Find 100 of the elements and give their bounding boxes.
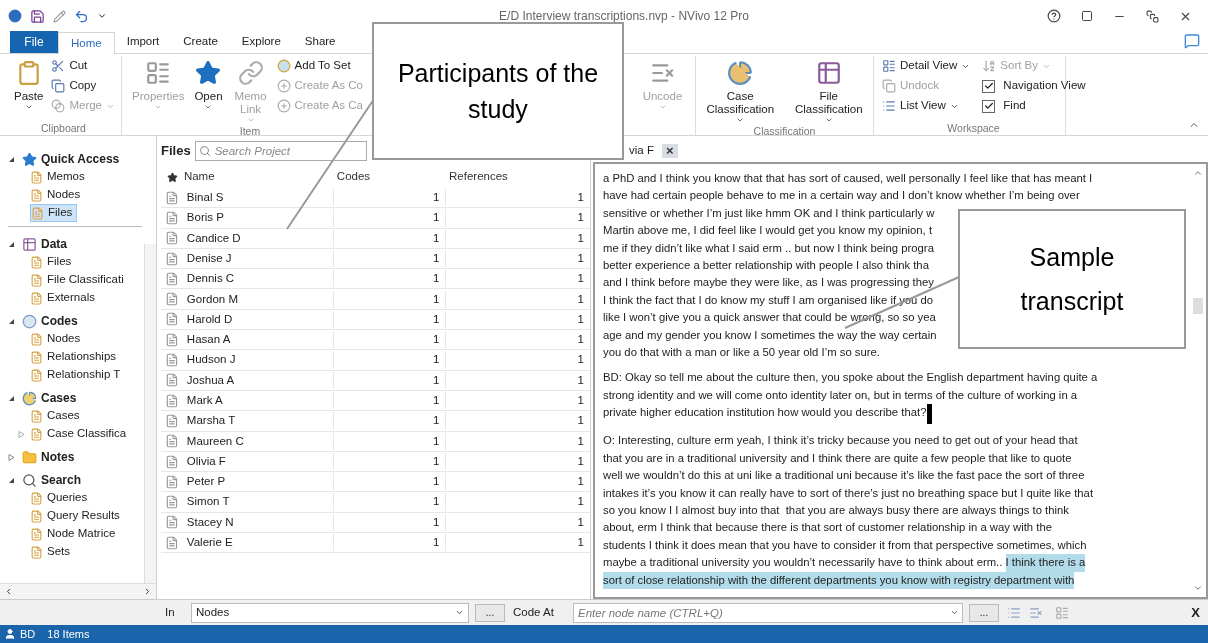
table-cell: 1 (333, 392, 446, 410)
nav-section[interactable]: Quick Access (41, 150, 120, 168)
table-cell[interactable]: Olivia F (182, 452, 334, 471)
ribbon-button[interactable]: Copy (51, 76, 116, 96)
nav-item[interactable]: Externals (30, 289, 99, 307)
ribbon-tab[interactable]: Create (171, 31, 230, 53)
node-name-field[interactable]: Enter node name (CTRL+Q) (573, 602, 963, 623)
table-cell[interactable]: Dennis C (182, 270, 334, 288)
code-at-label: Code At (513, 604, 555, 620)
nav-item[interactable]: Files (30, 204, 78, 222)
scrollbar[interactable] (144, 244, 156, 583)
pie-icon (22, 390, 37, 406)
link-icon (237, 60, 264, 86)
ribbon-tab[interactable]: Explore (229, 31, 293, 53)
nav-item[interactable]: Node Matrice (30, 525, 120, 543)
browse-button[interactable]: ... (969, 603, 999, 622)
table-cell[interactable]: Denise J (182, 249, 334, 268)
document-icon (165, 515, 179, 530)
column-header[interactable]: Codes (332, 168, 446, 186)
ribbon-button[interactable]: Paste (10, 56, 48, 121)
search-field[interactable]: Search Project (194, 141, 367, 161)
ribbon-display-icon[interactable] (1081, 10, 1093, 22)
column-header[interactable]: Name (183, 168, 333, 186)
nav-item[interactable]: Sets (30, 543, 74, 561)
expanded-arrow-icon[interactable] (8, 317, 15, 325)
table-cell[interactable]: Boris P (182, 209, 334, 227)
ribbon-button[interactable]: Case Classification (696, 56, 785, 124)
ribbon-button[interactable]: Add To Set (276, 56, 363, 76)
undo-icon[interactable] (74, 8, 89, 24)
nav-item[interactable]: Nodes (30, 330, 85, 348)
ribbon-tab[interactable]: Import (114, 31, 172, 53)
ribbon-tab[interactable]: Share (292, 31, 348, 53)
ribbon-button[interactable]: List View (882, 96, 971, 116)
close-button[interactable]: X (1191, 602, 1200, 623)
caret-icon[interactable] (97, 11, 107, 21)
scroll-right-icon[interactable] (143, 587, 152, 596)
nav-item[interactable]: Memos (30, 168, 89, 186)
table-cell[interactable]: Binal S (182, 189, 334, 207)
pencil-icon[interactable] (53, 9, 66, 23)
nav-section[interactable]: Search (41, 471, 82, 489)
scroll-thumb[interactable] (1193, 297, 1203, 314)
nodes-dropdown[interactable]: Nodes (191, 602, 469, 623)
expanded-arrow-icon[interactable] (8, 240, 15, 248)
restore-icon[interactable] (1146, 9, 1159, 23)
nav-item[interactable]: Files (30, 253, 76, 271)
nav-item[interactable]: Relationships (30, 348, 121, 366)
nav-section[interactable]: Notes (41, 448, 75, 466)
scroll-down-icon[interactable] (1193, 583, 1203, 593)
horizontal-scrollbar[interactable] (0, 583, 156, 599)
checkbox[interactable]: Find (982, 96, 1086, 116)
ribbon-button[interactable]: Detail View (882, 56, 971, 76)
table-cell: 1 (333, 331, 446, 349)
nav-item[interactable]: Relationship T (30, 366, 125, 384)
table-cell[interactable]: Mark A (182, 392, 334, 410)
table-cell[interactable]: Stacey N (182, 513, 334, 531)
close-tab-button[interactable]: × (661, 144, 678, 158)
ribbon-tab[interactable]: Home (58, 32, 115, 54)
table-cell[interactable]: Valerie E (182, 534, 334, 552)
table-cell[interactable]: Candice D (182, 229, 334, 247)
feedback-icon[interactable] (1184, 33, 1200, 49)
collapsed-arrow-icon[interactable] (8, 453, 15, 461)
table-cell[interactable]: Harold D (182, 310, 334, 329)
table-cell[interactable]: Marsha T (182, 412, 334, 430)
document-icon (165, 210, 179, 225)
text-line: sensitive or whether I’m just like hmm OK and I think particularly w (603, 205, 935, 221)
table-cell[interactable]: Maureen C (182, 432, 334, 450)
browse-button[interactable]: ... (475, 603, 505, 622)
scroll-up-icon[interactable] (1193, 168, 1203, 178)
caret-icon[interactable] (950, 608, 959, 617)
table-cell[interactable]: Hudson J (182, 351, 334, 369)
ribbon-button[interactable]: Cut (51, 56, 116, 76)
nav-item[interactable]: Cases (30, 407, 84, 425)
expanded-arrow-icon[interactable] (8, 394, 15, 402)
save-icon[interactable] (30, 8, 45, 24)
nav-item[interactable]: Case Classifica (30, 425, 131, 443)
nav-item[interactable]: Queries (30, 489, 92, 507)
nav-item[interactable]: File Classificati (30, 271, 128, 289)
table-cell[interactable]: Simon T (182, 493, 334, 511)
table-cell[interactable]: Joshua A (182, 371, 334, 389)
table-cell[interactable]: Gordon M (182, 290, 334, 308)
help-icon[interactable] (1047, 9, 1061, 23)
table-cell: 1 (445, 412, 590, 430)
expanded-arrow-icon[interactable] (8, 155, 15, 163)
column-header[interactable]: References (445, 168, 590, 186)
ribbon-button[interactable]: File Classification (784, 56, 873, 124)
caret-icon (204, 103, 213, 111)
expanded-arrow-icon[interactable] (8, 476, 15, 484)
document-icon (165, 454, 179, 469)
nav-item[interactable]: Nodes (30, 186, 85, 204)
nav-section[interactable]: Data (41, 235, 67, 253)
table-cell[interactable]: Peter P (182, 473, 334, 491)
table-cell: 1 (333, 452, 446, 471)
scroll-left-icon[interactable] (4, 587, 13, 596)
nav-section[interactable]: Cases (41, 389, 77, 407)
checkbox[interactable]: Navigation View (982, 76, 1086, 96)
ribbon-button[interactable]: Open (190, 56, 227, 124)
table-cell[interactable]: Hasan A (182, 331, 334, 349)
nav-item[interactable]: Query Results (30, 507, 124, 525)
nav-section[interactable]: Codes (41, 312, 78, 330)
file-tab[interactable]: File (10, 31, 58, 53)
